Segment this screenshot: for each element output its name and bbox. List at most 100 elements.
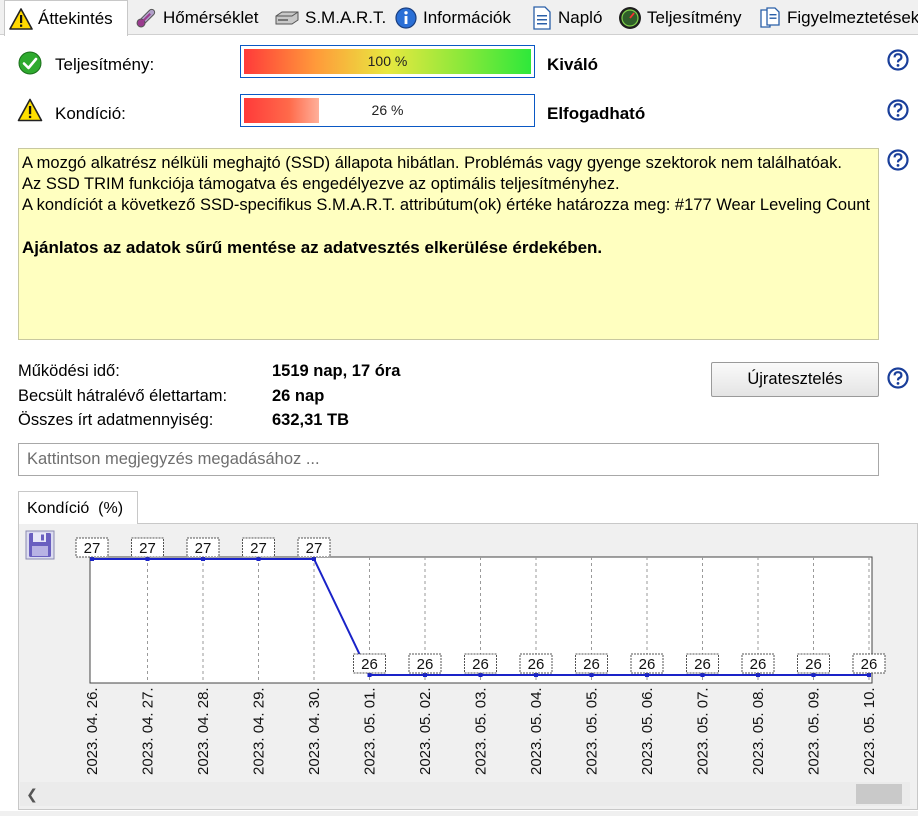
x-tick-label: 2023. 04. 27.	[140, 687, 157, 775]
data-label: 27	[139, 540, 156, 557]
tab-label: Információk	[423, 8, 511, 27]
drive-icon	[275, 11, 299, 25]
performance-percent: 100 %	[367, 53, 408, 69]
log-icon	[533, 6, 551, 30]
tab-label: Figyelmeztetések	[787, 8, 918, 27]
x-tick-label: 2023. 05. 03.	[473, 687, 490, 775]
data-point	[201, 557, 205, 561]
x-tick-label: 2023. 05. 05.	[584, 687, 601, 775]
uptime-value: 1519 nap, 17 óra	[272, 362, 401, 380]
tab-log[interactable]: Napló	[527, 2, 602, 34]
tab-information[interactable]: Információk	[390, 2, 511, 34]
data-label: 27	[195, 540, 212, 557]
x-tick-label: 2023. 05. 10.	[861, 687, 878, 775]
tab-smart[interactable]: S.M.A.R.T.	[270, 2, 386, 34]
tab-performance[interactable]: Teljesítmény	[614, 2, 741, 34]
data-label: 26	[361, 656, 378, 673]
retest-button[interactable]: Újratesztelés	[711, 362, 879, 397]
uptime-label: Működési idő:	[18, 362, 120, 380]
info-line: A kondíciót a következő SSD-specifikus S…	[22, 196, 871, 214]
info-line: A mozgó alkatrész nélküli meghajtó (SSD)…	[22, 154, 842, 172]
help-icon[interactable]	[887, 149, 909, 171]
data-label: 26	[750, 656, 767, 673]
info-line: Az SSD TRIM funkciója támogatva és enged…	[22, 175, 620, 193]
data-label: 26	[583, 656, 600, 673]
health-percent: 26 %	[371, 102, 404, 118]
recommendation: Ajánlatos az adatok sűrű mentése az adat…	[22, 238, 603, 257]
data-label: 27	[84, 540, 101, 557]
data-label: 26	[861, 656, 878, 673]
x-tick-label: 2023. 04. 28.	[195, 687, 212, 775]
tab-overview[interactable]: Áttekintés	[4, 0, 128, 36]
data-label: 26	[805, 656, 822, 673]
window-bottom-edge	[0, 811, 918, 816]
data-point	[367, 673, 372, 677]
warning-icon	[9, 7, 33, 30]
alerts-icon	[760, 7, 780, 28]
thermometer-icon	[136, 8, 156, 28]
note-input[interactable]	[18, 443, 879, 476]
x-tick-label: 2023. 05. 02.	[417, 687, 434, 775]
health-label: Kondíció:	[55, 104, 126, 123]
x-tick-label: 2023. 04. 29.	[251, 687, 268, 775]
data-point	[756, 673, 760, 677]
x-tick-label: 2023. 05. 04.	[528, 687, 545, 775]
data-point	[145, 557, 150, 561]
tab-health-chart[interactable]: Kondíció (%)	[18, 491, 138, 524]
data-label: 26	[528, 656, 545, 673]
performance-bar: 100 %	[240, 45, 535, 78]
total-written-label: Összes írt adatmennyiség:	[18, 411, 214, 429]
data-label: 26	[472, 656, 489, 673]
data-label: 26	[639, 656, 656, 673]
tab-alerts[interactable]: Figyelmeztetések	[754, 2, 918, 34]
data-point	[700, 673, 705, 677]
data-point	[534, 673, 538, 677]
scroll-left-icon[interactable]: ❮	[20, 782, 44, 806]
gauge-icon	[619, 7, 641, 29]
data-label: 27	[250, 540, 267, 557]
x-tick-label: 2023. 04. 30.	[306, 687, 323, 775]
save-icon[interactable]	[25, 530, 55, 560]
tab-label: Hőmérséklet	[163, 8, 259, 27]
health-chart: 27 27 27 27 27 26 26 26 26 26 26 26 26 26 26 2023. 04. …	[75, 537, 886, 775]
horizontal-scrollbar[interactable]: ❮	[20, 782, 910, 806]
data-point	[90, 557, 94, 561]
tab-label: Áttekintés	[38, 8, 113, 28]
total-written-value: 632,31 TB	[272, 411, 350, 429]
data-point	[478, 673, 483, 677]
help-icon[interactable]	[887, 99, 909, 121]
tab-label: Napló	[558, 8, 603, 27]
data-label: 27	[306, 540, 323, 557]
data-point	[312, 557, 316, 561]
x-tick-label: 2023. 05. 08.	[750, 687, 767, 775]
data-label: 26	[694, 656, 711, 673]
warning-icon	[17, 98, 43, 122]
data-point	[589, 673, 594, 677]
x-tick-label: 2023. 04. 26.	[84, 687, 101, 775]
info-icon	[395, 7, 417, 29]
chart-tab-label: Kondíció (%)	[27, 500, 124, 517]
health-bar: 26 %	[240, 94, 535, 127]
data-label: 26	[417, 656, 434, 673]
x-tick-label: 2023. 05. 01.	[362, 687, 379, 775]
x-tick-label: 2023. 05. 09.	[806, 687, 823, 775]
x-tick-label: 2023. 05. 06.	[639, 687, 656, 775]
data-point	[811, 673, 816, 677]
remaining-life-value: 26 nap	[272, 387, 325, 405]
data-point	[423, 673, 427, 677]
x-tick-label: 2023. 05. 07.	[695, 687, 712, 775]
help-icon[interactable]	[887, 49, 909, 71]
ok-check-icon	[18, 51, 42, 75]
tab-strip: Áttekintés Hőmérséklet S.M.A.R.T. Inform…	[0, 0, 918, 36]
remaining-life-label: Becsült hátralévő élettartam:	[18, 387, 228, 405]
performance-verdict: Kiváló	[547, 55, 599, 74]
tab-label: Teljesítmény	[647, 8, 742, 27]
status-description: A mozgó alkatrész nélküli meghajtó (SSD)…	[18, 148, 879, 340]
help-icon[interactable]	[887, 367, 909, 389]
data-point	[867, 673, 871, 677]
scrollbar-thumb[interactable]	[856, 784, 902, 804]
health-verdict: Elfogadható	[547, 104, 646, 123]
tab-temperature[interactable]: Hőmérséklet	[130, 2, 258, 34]
data-point	[256, 557, 261, 561]
tab-label: S.M.A.R.T.	[305, 8, 387, 27]
